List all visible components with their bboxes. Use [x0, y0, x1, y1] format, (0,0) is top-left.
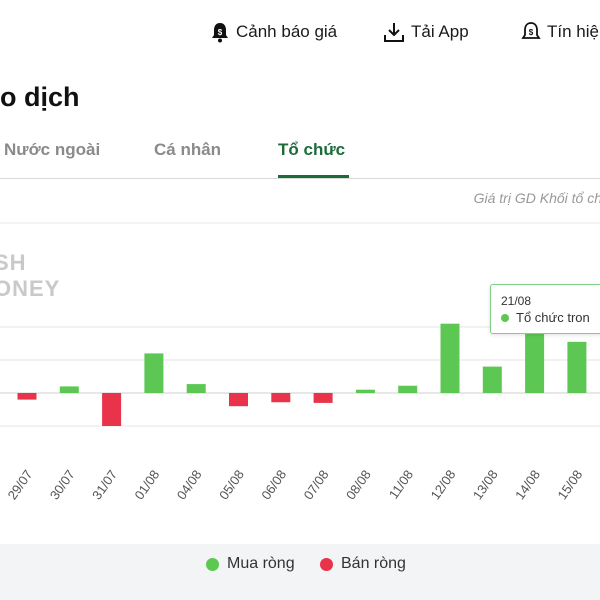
chart-bar-14-08[interactable]	[525, 323, 545, 393]
signal-link[interactable]: $ Tín hiệ	[521, 20, 599, 44]
legend-buy[interactable]: Mua ròng	[206, 555, 295, 573]
x-tick-label: 30/07	[47, 467, 78, 502]
net-trade-chart: 29/07 30/07 31/07 01/08 04/08 05/08 06/08 07/08…	[0, 323, 600, 502]
tab-foreign[interactable]: Nước ngoài	[4, 140, 100, 160]
x-tick-label: 13/08	[470, 467, 501, 502]
chart-bar-06-08[interactable]	[271, 393, 291, 403]
tooltip-date: 21/08	[501, 294, 532, 308]
chart-note: Giá trị GD Khối tổ ch	[473, 190, 600, 206]
legend-buy-dot	[206, 557, 219, 571]
svg-text:$: $	[529, 28, 534, 37]
tabs-divider	[0, 178, 600, 179]
download-app-label: Tải App	[411, 22, 469, 41]
x-tick-label: 12/08	[428, 467, 459, 502]
tab-institution[interactable]: Tổ chức	[278, 140, 345, 160]
x-tick-label: 01/08	[131, 467, 162, 502]
chart-bar-08-08[interactable]	[355, 389, 375, 393]
x-tick-label: 11/08	[386, 467, 416, 501]
tooltip-series-dot	[501, 313, 509, 322]
legend-sell-dot	[320, 557, 333, 571]
chart-tooltip: 21/08 Tổ chức tron	[490, 284, 600, 334]
chart-bar-04-08[interactable]	[186, 384, 206, 393]
x-tick-label: 31/07	[89, 467, 120, 502]
legend-sell[interactable]: Bán ròng	[320, 555, 406, 573]
tooltip-series-label: Tổ chức tron	[516, 310, 590, 325]
chart-bar-29-07[interactable]	[17, 393, 37, 400]
x-tick-label: 08/08	[343, 467, 374, 502]
signal-label: Tín hiệ	[547, 22, 599, 41]
x-tick-label: 07/08	[301, 467, 332, 502]
chart-bar-05-08[interactable]	[229, 393, 248, 407]
x-tick-label: 05/08	[216, 467, 247, 502]
price-alert-link[interactable]: $ Cảnh báo giá	[210, 20, 337, 44]
chart-bar-13-08[interactable]	[482, 366, 502, 393]
download-icon	[383, 21, 405, 43]
tab-individual[interactable]: Cá nhân	[154, 140, 221, 160]
chart-bar-07-08[interactable]	[313, 393, 333, 403]
legend-sell-label: Bán ròng	[341, 555, 406, 572]
x-tick-label: 15/08	[554, 467, 585, 502]
x-tick-label: 06/08	[258, 467, 289, 502]
signal-icon: $	[521, 21, 541, 43]
x-tick-label: 04/08	[174, 467, 205, 502]
legend-buy-label: Mua ròng	[227, 555, 295, 572]
chart-bar-15-08[interactable]	[567, 341, 587, 393]
top-bar: $ Cảnh báo giá Tải App $ Tín hiệ	[0, 0, 600, 62]
price-alert-label: Cảnh báo giá	[236, 22, 338, 41]
chart-bar-30-07[interactable]	[59, 386, 79, 393]
x-tick-label: 29/07	[5, 467, 36, 502]
chart-bar-01-08[interactable]	[144, 353, 164, 393]
svg-text:$: $	[218, 28, 223, 37]
chart-bar-12-08[interactable]	[440, 323, 460, 393]
chart-bar-31-07[interactable]	[102, 393, 122, 426]
x-tick-label: 14/08	[512, 467, 543, 502]
chart-legend: Mua ròng Bán ròng	[0, 555, 600, 579]
section-title: o dịch	[0, 82, 80, 112]
chart-bar-11-08[interactable]	[398, 385, 418, 393]
bell-icon: $	[210, 21, 230, 43]
download-app-link[interactable]: Tải App	[383, 20, 469, 44]
